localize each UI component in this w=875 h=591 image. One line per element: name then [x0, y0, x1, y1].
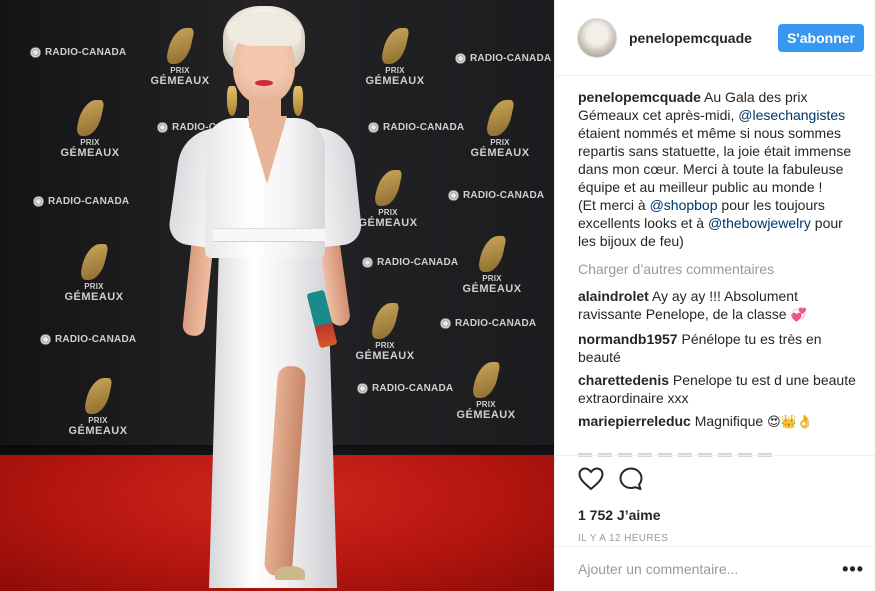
caption-username[interactable]: penelopemcquade [578, 89, 701, 105]
comment: mariepierreleduc Magnifique 😍👑👌 [578, 412, 864, 432]
follow-button[interactable]: S'abonner [778, 23, 864, 52]
dress-belt [213, 228, 325, 242]
comment: charettedenis Penelope tu est d une beau… [578, 371, 864, 407]
heart-icon[interactable] [578, 467, 604, 491]
radio-canada-logo: RADIO-CANADA [440, 318, 536, 329]
comment-username[interactable]: alaindrolet [578, 288, 649, 304]
post-actions: 1 752 J’aime IL Y A 12 HEURES [555, 455, 875, 544]
post-timestamp[interactable]: IL Y A 12 HEURES [578, 533, 875, 544]
instagram-post: RADIO-CANADA RADIO-CANADA RADIO-CANADA R… [0, 0, 875, 591]
radio-canada-logo: RADIO-CANADA [448, 190, 544, 201]
prix-gemeaux-logo: PRIX GÉMEAUX [64, 244, 124, 303]
prix-gemeaux-logo: PRIX GÉMEAUX [462, 236, 522, 295]
post-side-panel: penelopemcquade S'abonner penelopemcquad… [554, 0, 875, 591]
mention-link[interactable]: @lesechangistes [738, 107, 845, 123]
mention-link[interactable]: @shopbop [650, 197, 718, 213]
load-more-comments[interactable]: Charger d’autres commentaires [578, 260, 864, 278]
prix-gemeaux-logo: PRIX GÉMEAUX [358, 170, 418, 229]
add-comment-bar: ••• [555, 546, 875, 591]
gold-earring [227, 86, 237, 116]
post-header: penelopemcquade S'abonner [555, 0, 875, 76]
prix-gemeaux-logo: PRIX GÉMEAUX [68, 378, 128, 437]
add-comment-input[interactable] [578, 561, 843, 577]
gold-sandal [275, 566, 305, 580]
prix-gemeaux-logo: PRIX GÉMEAUX [365, 28, 425, 87]
radio-canada-logo: RADIO-CANADA [362, 257, 458, 268]
radio-canada-logo: RADIO-CANADA [357, 383, 453, 394]
mention-link[interactable]: @thebowjewelry [708, 215, 811, 231]
comment-emoji: 😍👑👌 [767, 415, 814, 430]
radio-canada-logo: RADIO-CANADA [40, 334, 136, 345]
like-count[interactable]: 1 752 J’aime [578, 507, 875, 523]
caption-text: (Et merci à [578, 197, 650, 213]
username-link[interactable]: penelopemcquade [629, 30, 778, 46]
gold-earring [293, 86, 303, 116]
radio-canada-logo: RADIO-CANADA [455, 53, 551, 64]
post-caption: penelopemcquade Au Gala des prix Gémeaux… [578, 88, 864, 250]
comment-bubble-icon[interactable] [618, 466, 644, 492]
radio-canada-logo: RADIO-CANADA [33, 196, 129, 207]
prix-gemeaux-logo: PRIX GÉMEAUX [470, 100, 530, 159]
comment: normandb1957 Pénélope tu es très en beau… [578, 330, 864, 366]
comments-section: penelopemcquade Au Gala des prix Gémeaux… [578, 88, 864, 437]
comment-username[interactable]: mariepierreleduc [578, 413, 691, 429]
radio-canada-logo: RADIO-CANADA [368, 122, 464, 133]
more-options-icon[interactable]: ••• [842, 559, 864, 580]
comment-emoji: 💞 [790, 308, 807, 323]
post-photo[interactable]: RADIO-CANADA RADIO-CANADA RADIO-CANADA R… [0, 0, 554, 591]
comment-username[interactable]: charettedenis [578, 372, 669, 388]
woman-in-white-dress [166, 6, 365, 591]
v-neckline [247, 116, 287, 184]
radio-canada-logo: RADIO-CANADA [30, 47, 126, 58]
action-icons [578, 466, 875, 492]
caption-text: étaient nommés et même si nous sommes re… [578, 125, 852, 195]
comment-text: Magnifique [690, 413, 768, 429]
hair-fringe [227, 12, 301, 46]
comment: alaindrolet Ay ay ay !!! Absolument ravi… [578, 287, 864, 325]
prix-gemeaux-logo: PRIX GÉMEAUX [456, 362, 516, 421]
comment-username[interactable]: normandb1957 [578, 331, 678, 347]
avatar[interactable] [577, 17, 617, 58]
red-lips [255, 80, 273, 86]
prix-gemeaux-logo: PRIX GÉMEAUX [60, 100, 120, 159]
